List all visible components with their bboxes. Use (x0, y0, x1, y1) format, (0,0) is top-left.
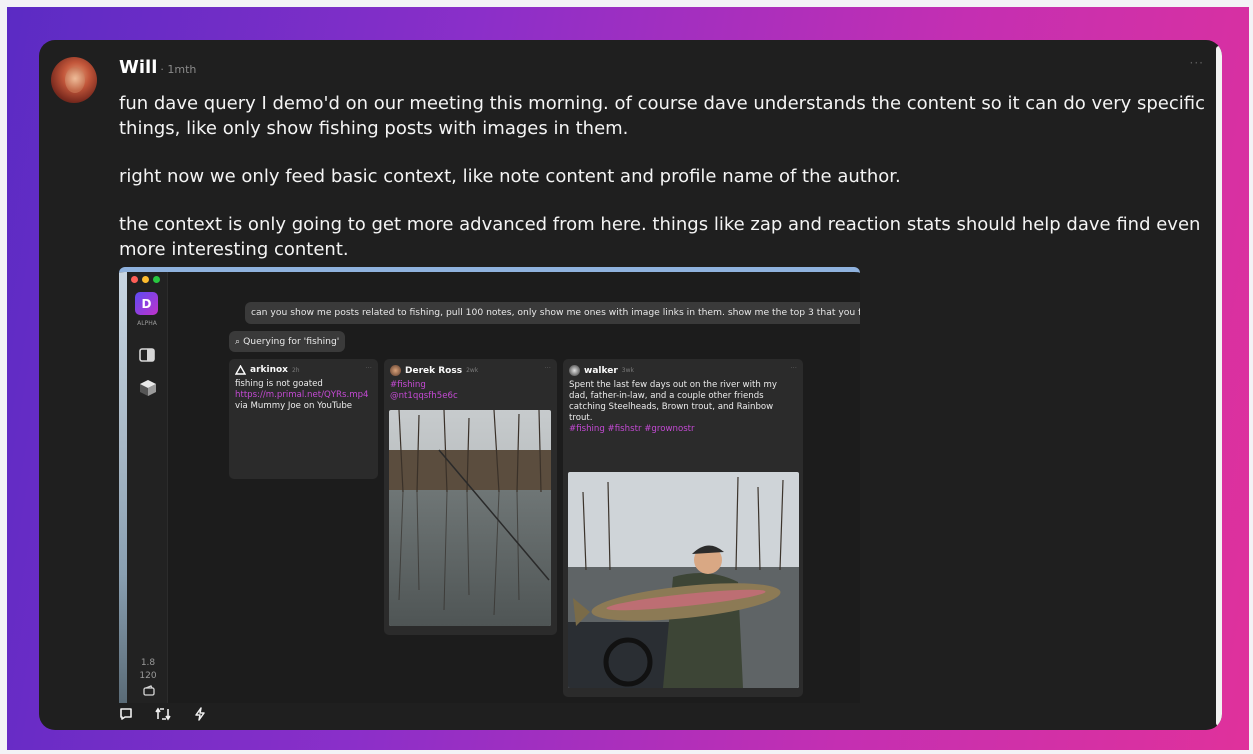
note-more-icon[interactable]: ··· (365, 364, 372, 372)
minimize-dot-icon (142, 276, 149, 283)
note-link[interactable]: https://m.primal.net/QYRs.mp4 (235, 390, 372, 401)
post-paragraph: right now we only feed basic context, li… (119, 166, 901, 187)
alpha-label: ALPHA (137, 320, 157, 327)
author-avatar[interactable] (51, 57, 97, 103)
note-text: Spent the last few days out on the river… (569, 380, 797, 435)
window-controls (131, 276, 160, 283)
post-paragraph: fun dave query I demo'd on our meeting t… (119, 93, 1206, 139)
derek-avatar (390, 365, 401, 376)
note-text: fishing is not goated https://m.primal.n… (235, 379, 372, 412)
note-author[interactable]: Derek Ross (405, 366, 462, 376)
more-options-icon[interactable]: ··· (1190, 56, 1204, 70)
author-line: Will · 1mth (119, 57, 196, 78)
cube-icon (139, 379, 157, 400)
stat-bottom: 120 (139, 671, 157, 681)
note-hashtags[interactable]: #fishing #fishstr #grownostr (569, 424, 797, 435)
damus-logo-icon: D (135, 292, 158, 315)
river-photo[interactable] (389, 410, 551, 626)
post-actions (119, 707, 207, 725)
query-message: can you show me posts related to fishing… (245, 302, 860, 324)
note-time: 3wk (621, 367, 634, 374)
note-line: Spent the last few days out on the river… (569, 380, 777, 423)
note-time: 2h (291, 366, 300, 374)
result-note-card[interactable]: arkinox 2h ··· fishing is not goated htt… (229, 359, 378, 479)
walker-avatar (569, 365, 580, 376)
trout-photo[interactable] (568, 472, 799, 688)
note-text: #fishing @nt1qqsfh5e6c (390, 380, 551, 402)
scrollbar[interactable] (1216, 46, 1222, 726)
note-mention[interactable]: @nt1qqsfh5e6c (390, 391, 551, 402)
result-note-card[interactable]: walker 3wk ··· Spent the last few days o… (563, 359, 803, 697)
note-hashtag[interactable]: #fishing (390, 380, 551, 391)
search-icon: ⌕ (235, 336, 241, 347)
post-timestamp: · 1mth (160, 63, 197, 76)
arkinox-avatar-icon (235, 365, 246, 375)
note-line: via Mummy Joe on YouTube (235, 401, 353, 411)
note-author[interactable]: walker (584, 366, 618, 376)
zap-icon[interactable] (193, 707, 207, 725)
logo-letter: D (141, 296, 152, 311)
wallet-icon (143, 685, 155, 699)
wallpaper-strip (119, 272, 127, 703)
embedded-screenshot[interactable]: D ALPHA 1.8 120 can you show me posts re… (119, 267, 860, 703)
stat-top: 1.8 (140, 658, 156, 668)
post-body: fun dave query I demo'd on our meeting t… (119, 91, 1219, 262)
repost-icon[interactable] (155, 707, 171, 725)
columns-icon (139, 347, 155, 366)
note-time: 2wk (466, 367, 479, 374)
note-card: Will · 1mth ··· fun dave query I demo'd … (39, 40, 1222, 730)
note-line: fishing is not goated (235, 379, 323, 389)
reply-icon[interactable] (119, 707, 133, 725)
query-status: ⌕ Querying for 'fishing' (229, 331, 346, 352)
maximize-dot-icon (153, 276, 160, 283)
note-more-icon[interactable]: ··· (790, 364, 797, 372)
close-dot-icon (131, 276, 138, 283)
query-status-text: Querying for 'fishing' (243, 336, 340, 347)
post-paragraph: the context is only going to get more ad… (119, 214, 1201, 260)
author-name[interactable]: Will (119, 57, 157, 78)
note-more-icon[interactable]: ··· (544, 364, 551, 372)
app-sidebar: D ALPHA 1.8 120 (119, 272, 168, 703)
result-note-card[interactable]: Derek Ross 2wk ··· #fishing @nt1qqsfh5e6… (384, 359, 557, 635)
note-author[interactable]: arkinox (250, 365, 288, 375)
